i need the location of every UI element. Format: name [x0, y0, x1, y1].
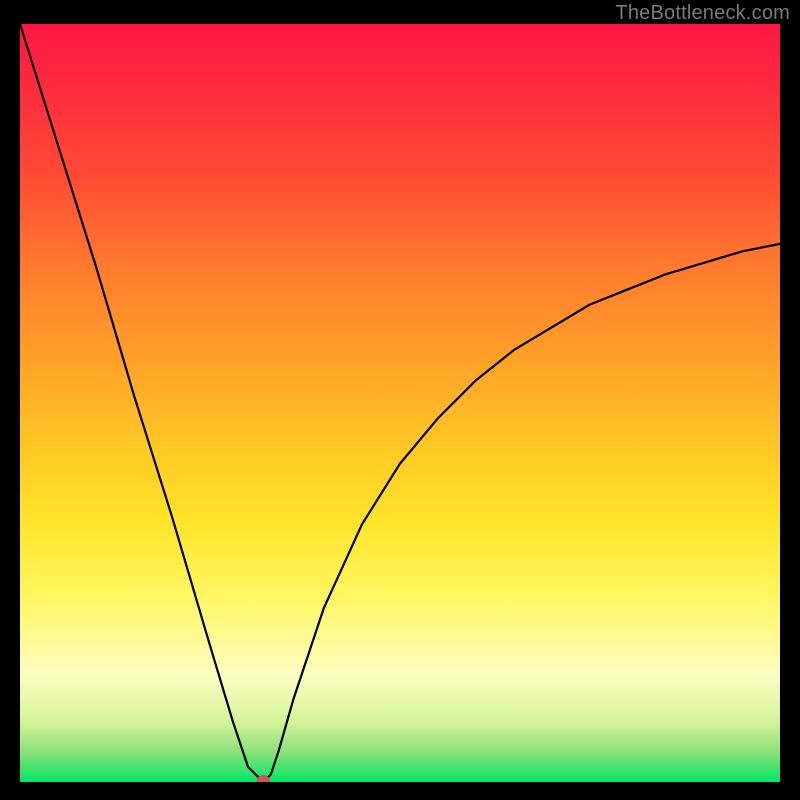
chart-svg — [20, 24, 780, 782]
bottleneck-curve — [20, 24, 780, 782]
watermark-label: TheBottleneck.com — [615, 2, 790, 25]
